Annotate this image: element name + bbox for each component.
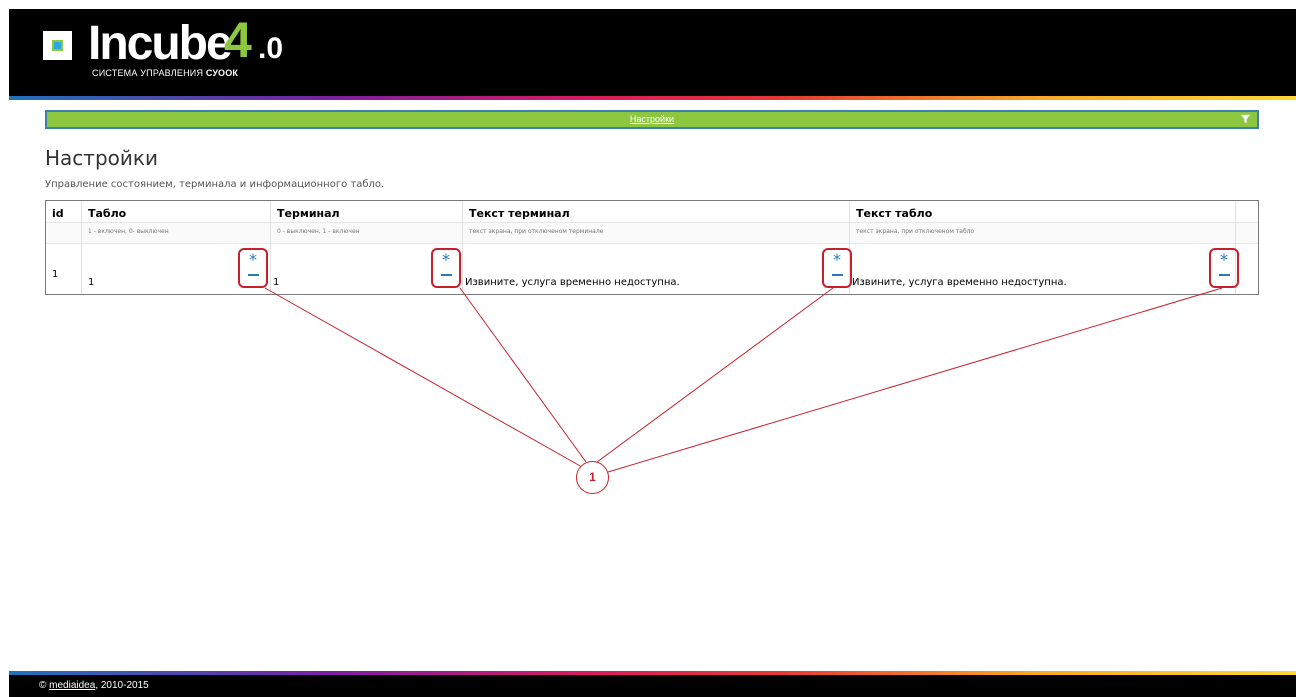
collapse-minus-icon[interactable] (441, 274, 452, 276)
column-hint-spacer (1236, 223, 1258, 244)
cell-text-tablo[interactable]: Извините, услуга временно недоступна. (852, 277, 1067, 288)
callout-line-4 (607, 287, 1223, 473)
filter-icon[interactable] (1240, 113, 1251, 127)
column-header-spacer (1236, 201, 1258, 223)
edit-control-tablo[interactable]: * (238, 248, 268, 288)
logo-version: 4 (224, 12, 252, 68)
logo-square-icon (43, 31, 72, 60)
footer-link-mediaidea[interactable]: mediaidea (49, 680, 95, 691)
expand-star-icon[interactable]: * (240, 252, 266, 268)
cell-terminal[interactable]: 1 (273, 277, 279, 288)
edit-control-text-terminal[interactable]: * (822, 248, 852, 288)
column-text-terminal: Текст терминал текст экрана, при отключе… (463, 201, 850, 294)
column-header-terminal: Терминал (271, 201, 462, 223)
callout-line-2 (459, 287, 587, 463)
collapse-minus-icon[interactable] (1219, 274, 1230, 276)
page-description: Управление состоянием, терминала и инфор… (45, 179, 385, 190)
expand-star-icon[interactable]: * (824, 252, 850, 268)
page-title: Настройки (45, 146, 158, 170)
nav-bar: Настройки (45, 110, 1259, 129)
footer-years: , 2010-2015 (95, 680, 149, 691)
column-hint-tablo: 1 - включен, 0- выключен (82, 223, 270, 244)
edit-control-terminal[interactable]: * (431, 248, 461, 288)
edit-control-text-tablo[interactable]: * (1209, 248, 1239, 288)
expand-star-icon[interactable]: * (433, 252, 459, 268)
cell-id: 1 (52, 269, 59, 280)
column-hint-text-terminal: текст экрана, при отключеном терминале (463, 223, 849, 244)
logo-subtitle: СИСТЕМА УПРАВЛЕНИЯ СУООК (92, 68, 238, 78)
logo-subtitle-brand: СУООК (205, 68, 239, 78)
collapse-minus-icon[interactable] (248, 274, 259, 276)
logo-subtitle-prefix: СИСТЕМА УПРАВЛЕНИЯ (92, 68, 204, 78)
cell-text-terminal[interactable]: Извините, услуга временно недоступна. (465, 277, 680, 288)
column-hint-terminal: 0 - выключен, 1 - включен (271, 223, 462, 244)
settings-table: id 1 Табло 1 - включен, 0- выключен 1 Те… (45, 200, 1259, 295)
column-text-tablo: Текст табло текст экрана, при отключеном… (850, 201, 1236, 294)
column-header-id: id (46, 201, 81, 223)
callout-number-badge: 1 (576, 461, 609, 494)
app-footer: © mediaidea, 2010-2015 (9, 675, 1296, 697)
callout-line-1 (264, 287, 583, 468)
copyright-symbol: © (39, 680, 47, 691)
nav-link-settings[interactable]: Настройки (47, 114, 1257, 124)
column-id: id 1 (46, 201, 82, 294)
cell-tablo[interactable]: 1 (88, 277, 94, 288)
column-header-text-tablo: Текст табло (850, 201, 1235, 223)
column-header-text-terminal: Текст терминал (463, 201, 849, 223)
collapse-minus-icon[interactable] (832, 274, 843, 276)
header-color-stripe (9, 96, 1296, 100)
column-header-tablo: Табло (82, 201, 270, 223)
footer-copyright: © mediaidea, 2010-2015 (39, 680, 149, 691)
callout-lines (264, 287, 1223, 473)
column-hint-id (46, 223, 81, 244)
column-hint-text-tablo: текст экрана, при отключеном табло (850, 223, 1235, 244)
logo-text: Incube (88, 17, 233, 70)
callout-line-3 (596, 287, 834, 463)
page-margin (0, 0, 9, 697)
logo-version-sub: .0 (258, 32, 284, 65)
expand-star-icon[interactable]: * (1211, 252, 1237, 268)
column-spacer (1236, 201, 1258, 294)
